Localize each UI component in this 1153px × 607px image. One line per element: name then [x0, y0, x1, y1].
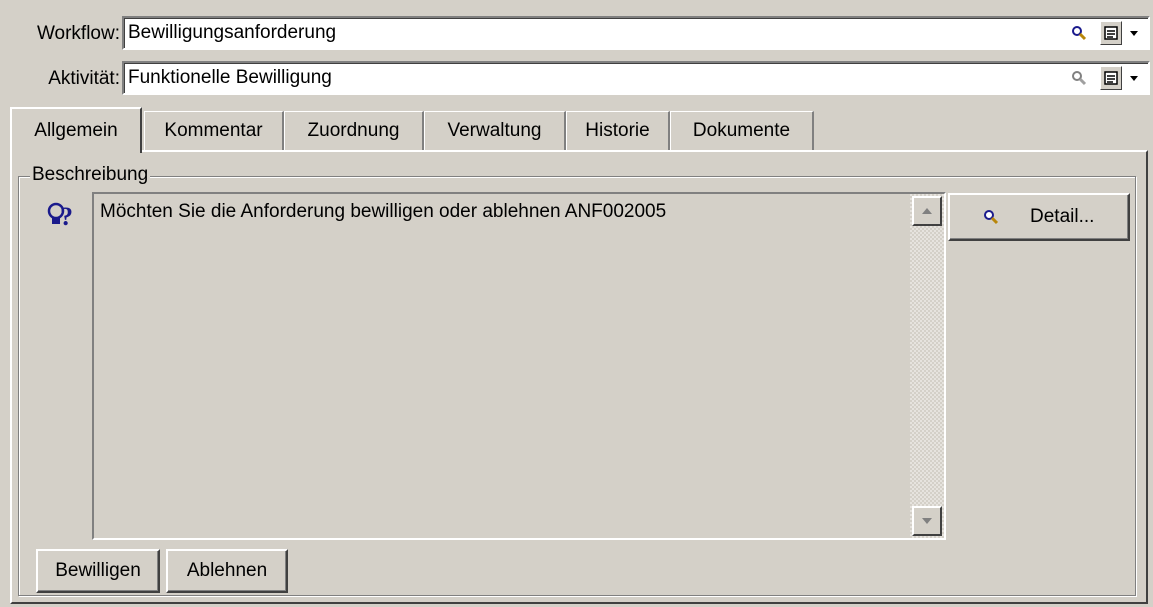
activity-field[interactable]: Funktionelle Bewilligung [122, 61, 1150, 95]
tab-verwaltung[interactable]: Verwaltung [424, 111, 566, 151]
chevron-down-icon [922, 518, 932, 524]
workflow-dropdown-button[interactable] [1124, 21, 1144, 45]
description-group-label: Beschreibung [30, 163, 151, 187]
tab-allgemein[interactable]: Allgemein [10, 107, 142, 153]
tab-zuordnung[interactable]: Zuordnung [284, 111, 424, 151]
detail-button-label: Detail... [1030, 206, 1095, 227]
tab-kommentar[interactable]: Kommentar [144, 111, 284, 151]
magnifier-icon [1072, 26, 1087, 41]
tab-dokumente[interactable]: Dokumente [670, 111, 814, 151]
description-textarea[interactable]: Möchten Sie die Anforderung bewilligen o… [92, 192, 946, 540]
activity-row: Aktivität: Funktionelle Bewilligung [0, 61, 1153, 97]
approve-button[interactable]: Bewilligen [36, 549, 160, 593]
tab-strip: Allgemein Kommentar Zuordnung Verwaltung… [10, 107, 1150, 153]
svg-text:?: ? [60, 202, 73, 230]
activity-form-button[interactable] [1100, 66, 1122, 90]
magnifier-icon [1072, 71, 1087, 86]
detail-button[interactable]: Detail... [948, 193, 1130, 241]
workflow-row: Workflow: Bewilligungsanforderung [0, 16, 1153, 52]
reject-button[interactable]: Ablehnen [166, 549, 288, 593]
activity-value: Funktionelle Bewilligung [128, 67, 332, 88]
tab-historie[interactable]: Historie [566, 111, 670, 151]
workflow-form-button[interactable] [1100, 21, 1122, 45]
workflow-value: Bewilligungsanforderung [128, 22, 337, 43]
scroll-down-button[interactable] [912, 506, 942, 536]
form-icon [1104, 26, 1118, 40]
magnifier-icon [984, 210, 999, 225]
dropdown-arrow-icon [1130, 76, 1138, 81]
chevron-up-icon [922, 208, 932, 214]
dropdown-arrow-icon [1130, 31, 1138, 36]
activity-search-button[interactable] [1068, 66, 1090, 90]
question-bulb-icon: ? [47, 202, 73, 230]
activity-label: Aktivität: [48, 68, 120, 89]
activity-dropdown-button[interactable] [1124, 66, 1144, 90]
description-text: Möchten Sie die Anforderung bewilligen o… [100, 201, 667, 222]
scroll-up-button[interactable] [912, 196, 942, 226]
workflow-label: Workflow: [36, 23, 120, 44]
form-icon [1104, 71, 1118, 85]
description-scrollbar[interactable] [910, 194, 944, 538]
workflow-field[interactable]: Bewilligungsanforderung [122, 16, 1150, 50]
workflow-search-button[interactable] [1068, 21, 1090, 45]
workflow-activity-window: Workflow: Bewilligungsanforderung Aktivi… [0, 0, 1153, 607]
